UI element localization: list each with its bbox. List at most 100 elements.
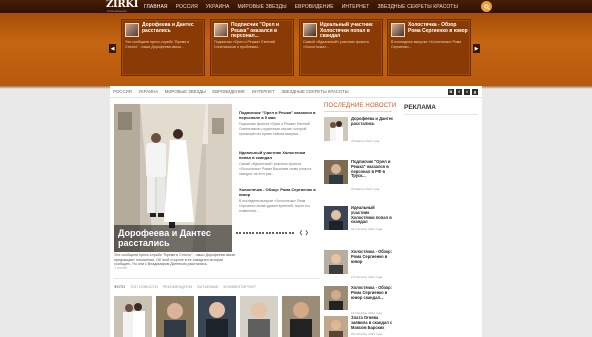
sub-nav-item-eurovision[interactable]: Евровидение — [209, 89, 248, 94]
gallery-photo[interactable] — [156, 296, 194, 337]
gallery-photo[interactable] — [240, 296, 278, 337]
content-tabs: Фото Топ новости Рекомендуем Читаемые Ко… — [114, 283, 261, 291]
slider-prev-icon[interactable]: ❮ — [299, 230, 303, 236]
top-nav-item-home[interactable]: Главная — [140, 4, 172, 10]
list-item-text: Подписчик проекта «Орел и Решка» Евгений… — [239, 122, 310, 136]
top-nav-item-eurovision[interactable]: Евровидение — [291, 4, 338, 10]
tab-top-news[interactable]: Топ новости — [130, 285, 163, 289]
news-date: 15 Октябрь 2021 года — [351, 275, 383, 279]
card-title: Подписчик "Орел и Решка" оказался в перс… — [231, 22, 280, 39]
slider-dot[interactable] — [272, 232, 275, 234]
slider-dot[interactable] — [278, 232, 281, 234]
news-title: Холостячка - Обзор: Рома Сергиенко в юмо… — [351, 285, 393, 300]
list-item-title: Холостячка - Обзор: Рома Сергиенко в юмо… — [239, 187, 316, 198]
sub-nav: Россия Украина Мировые звезды Евровидени… — [110, 86, 482, 98]
tab-recommended[interactable]: Рекомендуем — [163, 285, 197, 289]
slider-next-icon[interactable]: ❯ — [305, 230, 309, 236]
slider-dot[interactable] — [265, 232, 268, 234]
latest-news-divider — [324, 111, 392, 112]
news-date: 30 Марта 2021 года — [351, 139, 380, 143]
tab-most-read[interactable]: Читаемые — [197, 285, 224, 289]
tab-photo[interactable]: Фото — [114, 285, 130, 289]
slider-dot[interactable] — [239, 232, 242, 234]
latest-news-item[interactable]: Злата Огнева заявила в скандал с Максом … — [324, 316, 394, 337]
list-item-text: В последнем выпуске «Холостячки» Рома Се… — [239, 199, 310, 213]
slider-dot[interactable] — [249, 232, 252, 234]
news-thumbnail — [324, 286, 348, 310]
top-nav-item-beauty[interactable]: Звездные секреты красоты — [373, 4, 462, 10]
card-title: Идеальный участник Холостячки попал в ск… — [320, 22, 373, 39]
slider-dot[interactable] — [252, 232, 255, 234]
news-thumbnail — [324, 160, 348, 184]
news-thumbnail — [324, 316, 348, 337]
news-date: 01 Октябрь 2021 года — [351, 227, 383, 231]
list-item[interactable]: Подписчик "Орел и Решка" оказался в перс… — [239, 110, 318, 136]
slider-dot[interactable] — [245, 232, 248, 234]
gallery-photo[interactable] — [282, 296, 320, 337]
sub-nav-item-world-stars[interactable]: Мировые звезды — [161, 89, 209, 94]
list-item-title: Подписчик "Орел и Решка" оказался в перс… — [239, 110, 316, 121]
slider-dot[interactable] — [255, 232, 258, 234]
carousel-card[interactable]: Идеальный участник Холостячки попал в ск… — [299, 19, 383, 76]
slider-dot[interactable] — [262, 232, 265, 234]
gallery-photo[interactable] — [198, 296, 236, 337]
carousel-card[interactable]: Дорофеева и Дантес расстались Это сообщи… — [121, 19, 205, 76]
facebook-icon[interactable]: f — [456, 89, 462, 95]
divider — [114, 278, 320, 279]
google-icon[interactable]: g — [472, 89, 478, 95]
ads-divider — [404, 114, 478, 115]
vk-icon[interactable]: В — [448, 89, 454, 95]
carousel-next-button[interactable]: ▶ — [473, 44, 480, 53]
card-text: Это сообщили пресс-службе "Время и Стекл… — [125, 40, 190, 49]
top-nav: Главная Россия Украина Мировые звезды Ев… — [140, 0, 462, 13]
news-thumbnail — [324, 117, 348, 141]
tab-comments[interactable]: Комментируют — [224, 285, 262, 289]
slider-dot[interactable] — [236, 232, 238, 234]
latest-news-item[interactable]: Холостячка - Обзор: Рома Сергиенко в юмо… — [324, 249, 394, 286]
card-text: Самый «Идеальный» участник проекта «Холо… — [303, 40, 369, 49]
sub-nav-item-russia[interactable]: Россия — [110, 89, 135, 94]
sub-nav-item-internet[interactable]: Интернет — [248, 89, 278, 94]
top-nav-item-internet[interactable]: Интернет — [338, 4, 374, 10]
list-item[interactable]: Идеальный участник Холостячки попал в ск… — [239, 150, 318, 176]
news-date: 15 Октябрь 2021 года — [351, 311, 383, 315]
chevron-left-icon: ◀ — [110, 45, 115, 52]
gallery-photo[interactable] — [114, 296, 152, 337]
card-title: Дорофеева и Дантес расстались — [142, 22, 194, 34]
top-nav-item-ukraine[interactable]: Украина — [202, 4, 234, 10]
latest-news-item[interactable]: Подписчик "Орел и Решка" оказался в перс… — [324, 159, 394, 196]
card-thumbnail — [125, 23, 139, 37]
slider-dot[interactable] — [282, 232, 285, 234]
slider-dot[interactable] — [275, 232, 278, 234]
slider-dot[interactable] — [268, 232, 271, 234]
slider-dots — [236, 232, 295, 234]
news-thumbnail — [324, 250, 348, 274]
carousel-prev-button[interactable]: ◀ — [109, 44, 116, 53]
latest-news-item[interactable]: Идеальный участник Холостячки попал в ск… — [324, 205, 394, 242]
carousel-card[interactable]: Холостячка - Обзор Рома Сергиенко в юмор… — [387, 19, 471, 76]
sub-nav-item-beauty[interactable]: Звездные секреты красоты — [278, 89, 352, 94]
sub-nav-item-ukraine[interactable]: Украина — [135, 89, 161, 94]
photo-gallery — [114, 296, 320, 337]
slider-dot[interactable] — [285, 232, 288, 234]
list-item[interactable]: Холостячка - Обзор: Рома Сергиенко в юмо… — [239, 187, 318, 213]
search-button[interactable] — [481, 1, 492, 12]
slider-arrows: ❮ ❯ — [299, 230, 309, 236]
slider-dot[interactable] — [259, 232, 262, 234]
top-nav-item-world-stars[interactable]: Мировые звезды — [233, 4, 290, 10]
slider-dot[interactable] — [242, 232, 245, 234]
feature-caption: Дорофеева и Дантес расстались — [114, 225, 232, 252]
carousel-card[interactable]: Подписчик "Орел и Решка" оказался в перс… — [210, 19, 294, 76]
feature-description: Это сообщили пресс-службе "Время и Стекл… — [114, 253, 236, 267]
site-logo[interactable]: ZIRKI Odnoklassn — [106, 0, 138, 13]
twitter-icon[interactable]: t — [464, 89, 470, 95]
card-title: Холостячка - Обзор Рома Сергиенко в юмор — [408, 22, 468, 34]
card-thumbnail — [303, 23, 317, 37]
search-icon — [483, 3, 490, 10]
top-nav-item-russia[interactable]: Россия — [172, 4, 202, 10]
feature-slide[interactable]: Дорофеева и Дантес расстались — [114, 104, 232, 252]
latest-news-item[interactable]: Дорофеева и Дантес расстались 30 Марта 2… — [324, 116, 394, 153]
card-thumbnail — [214, 23, 228, 37]
slider-dot[interactable] — [292, 232, 295, 234]
slider-dot[interactable] — [288, 232, 291, 234]
